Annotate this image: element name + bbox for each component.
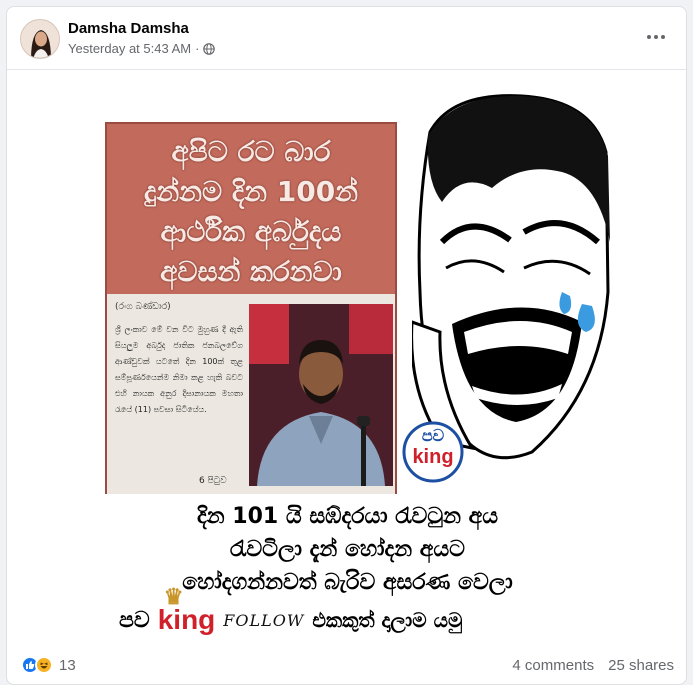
clipping-headline-line: අවසන් කරනවා [160,255,342,288]
clipping-headline: අපිට රට බාර දුන්නම දින 100න් ආර්ථික අර්බ… [107,124,395,294]
caption-line: රැවටිලා දැන් හෝදන අයට [230,537,465,562]
post-card: Damsha Damsha Yesterday at 5:43 AM · අපි… [6,6,687,685]
meta-separator: · [195,41,200,56]
author-name[interactable]: Damsha Damsha [68,20,189,37]
pawa-king-logo: පව king [402,418,464,486]
politician-photo [249,304,393,486]
brand-king: ♛ king [158,584,216,636]
avatar-portrait-image [21,20,59,58]
clipping-body: (රංග බණ්ඩාර) ශ්‍රී ලංකාව මේ වන විට මුහුණ… [107,294,395,494]
logo-king-text: king [412,446,454,468]
brand-tail-text: එකකුත් දාලාම යමු [312,608,463,632]
more-options-icon[interactable] [644,27,668,47]
reaction-count: 13 [59,656,76,674]
author-avatar[interactable] [20,19,60,59]
meme-caption: දින 101 යි සඹ්දරයා රැවටුන අය රැවටිලා දැන… [7,500,686,599]
post-image[interactable]: අපිට රට බාර දුන්නම දින 100න් ආර්ථික අර්බ… [7,70,686,647]
logo-top-text: පව [421,426,445,445]
brand-follow-row: පව ♛ king FOLLOW එකකුත් දාලාම යමු [119,584,463,640]
brand-follow-text: FOLLOW [223,610,305,630]
clipping-article-text: ශ්‍රී ලංකාව මේ වන විට මුහුණ දී ඇති සියලු… [115,325,243,414]
post-header: Damsha Damsha Yesterday at 5:43 AM · [7,7,686,69]
clipping-headline-line: දුන්නම දින 100න් [144,175,358,208]
clipping-headline-line: අපිට රට බාර [171,135,331,168]
haha-icon [35,656,53,674]
post-meta: Yesterday at 5:43 AM · [68,41,216,56]
crown-icon: ♛ [163,584,184,609]
caption-line: හෝදගන්නවත් බැරිව අසරණ වෙලා [182,570,513,595]
post-timestamp[interactable]: Yesterday at 5:43 AM [68,41,191,56]
shares-count[interactable]: 25 shares [608,657,674,674]
brand-sinhala: පව [119,607,150,633]
clipping-byline: (රංග බණ්ඩාර) [115,302,171,312]
post-stats: 4 comments 25 shares [512,657,674,674]
clipping-page-ref: 6 පිටුව [199,476,227,486]
newspaper-clipping: අපිට රට බාර දුන්නම දින 100න් ආර්ථික අර්බ… [105,122,397,494]
comments-count[interactable]: 4 comments [512,657,594,674]
post-footer: 13 4 comments 25 shares [7,647,686,684]
globe-icon [203,42,216,55]
crying-laughing-meme-face [412,94,610,460]
clipping-headline-line: ආර්ථික අර්බුදය [160,215,342,248]
reactions-summary[interactable]: 13 [21,656,76,674]
caption-line: දින 101 යි සඹ්දරයා රැවටුන අය [196,504,499,529]
